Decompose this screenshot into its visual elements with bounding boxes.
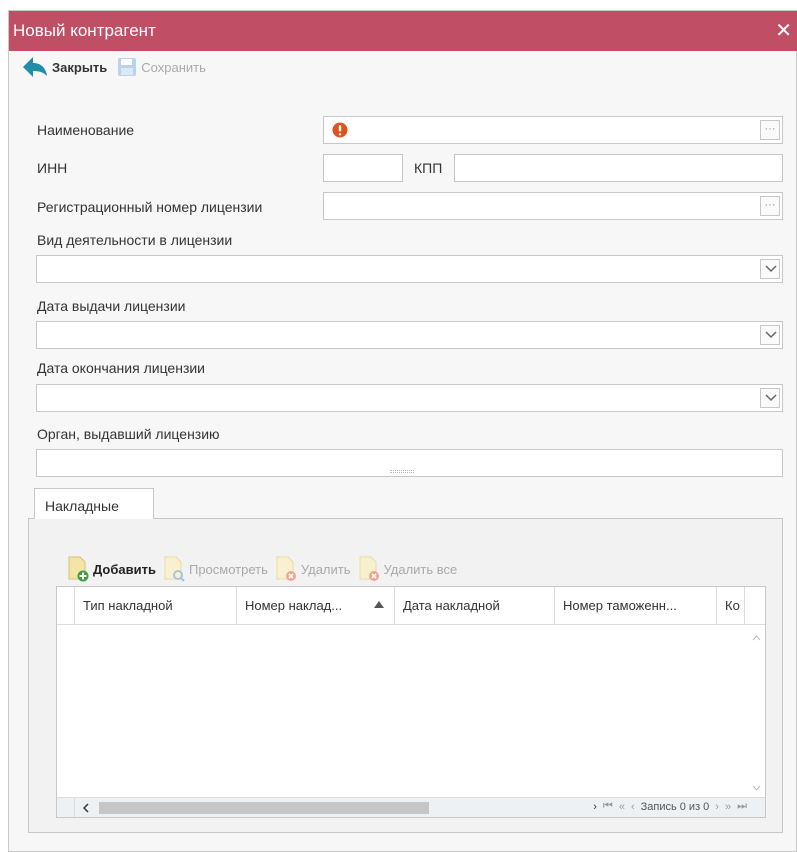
- grid-corner: [57, 797, 75, 817]
- kpp-label: КПП: [414, 160, 443, 176]
- column-header[interactable]: Тип накладной: [75, 587, 237, 625]
- inn-label: ИНН: [37, 160, 68, 176]
- horizontal-scrollbar[interactable]: › ⏮ « ‹ Запись 0 из 0 › » ⏭: [75, 797, 747, 817]
- document-delete-all-icon: [359, 556, 379, 581]
- delete-button-label: Удалить: [300, 561, 351, 577]
- vertical-scrollbar[interactable]: [747, 625, 765, 797]
- delete-all-button[interactable]: Удалить все: [357, 556, 458, 582]
- name-label: Наименование: [37, 122, 135, 138]
- first-page-icon[interactable]: ⏮: [603, 800, 613, 813]
- prev-record-icon[interactable]: ‹: [631, 801, 635, 813]
- reg-license-select-button[interactable]: ···: [760, 196, 780, 216]
- close-button[interactable]: Закрыть: [22, 56, 107, 78]
- grid-header: Тип накладной Номер наклад... Дата накла…: [57, 587, 765, 625]
- scroll-down-icon[interactable]: [752, 785, 761, 791]
- pager-record-text: Запись 0 из 0: [640, 800, 710, 813]
- add-button[interactable]: Добавить: [66, 556, 156, 582]
- grid-toolbar: Добавить Просмотреть Удалить Удалить все: [66, 556, 457, 582]
- chevron-down-icon: [765, 265, 777, 273]
- expiry-date-select[interactable]: [36, 384, 783, 412]
- tab-invoices[interactable]: Накладные: [34, 488, 154, 519]
- name-field[interactable]: ···: [323, 116, 783, 144]
- save-disk-icon: [118, 58, 137, 76]
- back-arrow-icon: [23, 57, 47, 77]
- issue-date-label: Дата выдачи лицензии: [37, 298, 186, 314]
- next-record-icon[interactable]: ›: [715, 801, 719, 813]
- kpp-field[interactable]: [454, 154, 783, 182]
- delete-all-button-label: Удалить все: [383, 561, 458, 577]
- next-page-icon[interactable]: »: [725, 801, 731, 813]
- document-search-icon: [164, 556, 185, 582]
- sort-ascending-icon: [374, 601, 384, 608]
- add-button-label: Добавить: [93, 561, 156, 577]
- expiry-date-dropdown-button[interactable]: [760, 388, 780, 408]
- name-select-button[interactable]: ···: [760, 120, 780, 140]
- dialog-title: Новый контрагент: [13, 21, 156, 40]
- reg-license-label: Регистрационный номер лицензии: [37, 199, 263, 215]
- reg-license-field[interactable]: ···: [323, 192, 783, 220]
- issue-date-dropdown-button[interactable]: [760, 325, 780, 345]
- last-page-icon[interactable]: ⏭: [737, 800, 747, 813]
- document-delete-icon: [276, 556, 296, 581]
- save-button[interactable]: Сохранить: [117, 57, 206, 77]
- grid-corner: [747, 797, 765, 817]
- column-header[interactable]: Номер таможенн...: [555, 587, 717, 625]
- document-add-icon: [68, 556, 89, 582]
- view-button[interactable]: Просмотреть: [162, 556, 268, 582]
- prev-page-icon[interactable]: «: [619, 801, 625, 813]
- invoices-grid: Тип накладной Номер наклад... Дата накла…: [56, 586, 766, 818]
- view-button-label: Просмотреть: [188, 561, 268, 577]
- issue-date-select[interactable]: [36, 321, 783, 349]
- save-button-label: Сохранить: [141, 59, 206, 75]
- row-selector-header: [57, 587, 75, 625]
- scrollbar-thumb[interactable]: [99, 802, 429, 814]
- close-icon[interactable]: ✕: [775, 18, 792, 43]
- close-button-label: Закрыть: [52, 59, 108, 75]
- issuer-label: Орган, выдавший лицензию: [37, 426, 220, 442]
- chevron-down-icon: [765, 331, 777, 339]
- title-bar: Новый контрагент ✕: [9, 11, 797, 51]
- scroll-left-icon[interactable]: [83, 803, 89, 813]
- column-header-label: Номер наклад...: [245, 598, 343, 613]
- activity-dropdown-button[interactable]: [760, 259, 780, 279]
- column-header-sorted[interactable]: Номер наклад...: [237, 587, 395, 625]
- column-header[interactable]: Дата накладной: [395, 587, 555, 625]
- column-header[interactable]: Ко: [717, 587, 745, 625]
- chevron-down-icon: [765, 394, 777, 402]
- inn-field[interactable]: [323, 154, 403, 182]
- pager: › ⏮ « ‹ Запись 0 из 0 › » ⏭: [593, 800, 747, 813]
- scroll-right-icon[interactable]: ›: [593, 801, 597, 813]
- scroll-up-icon[interactable]: [752, 635, 761, 641]
- expiry-date-label: Дата окончания лицензии: [37, 360, 206, 376]
- delete-button[interactable]: Удалить: [274, 556, 351, 582]
- splitter-grip[interactable]: [390, 470, 414, 473]
- activity-label: Вид деятельности в лицензии: [37, 232, 233, 248]
- toolbar: Закрыть Сохранить: [22, 54, 206, 80]
- warning-icon: [332, 122, 348, 138]
- activity-select[interactable]: [36, 255, 783, 283]
